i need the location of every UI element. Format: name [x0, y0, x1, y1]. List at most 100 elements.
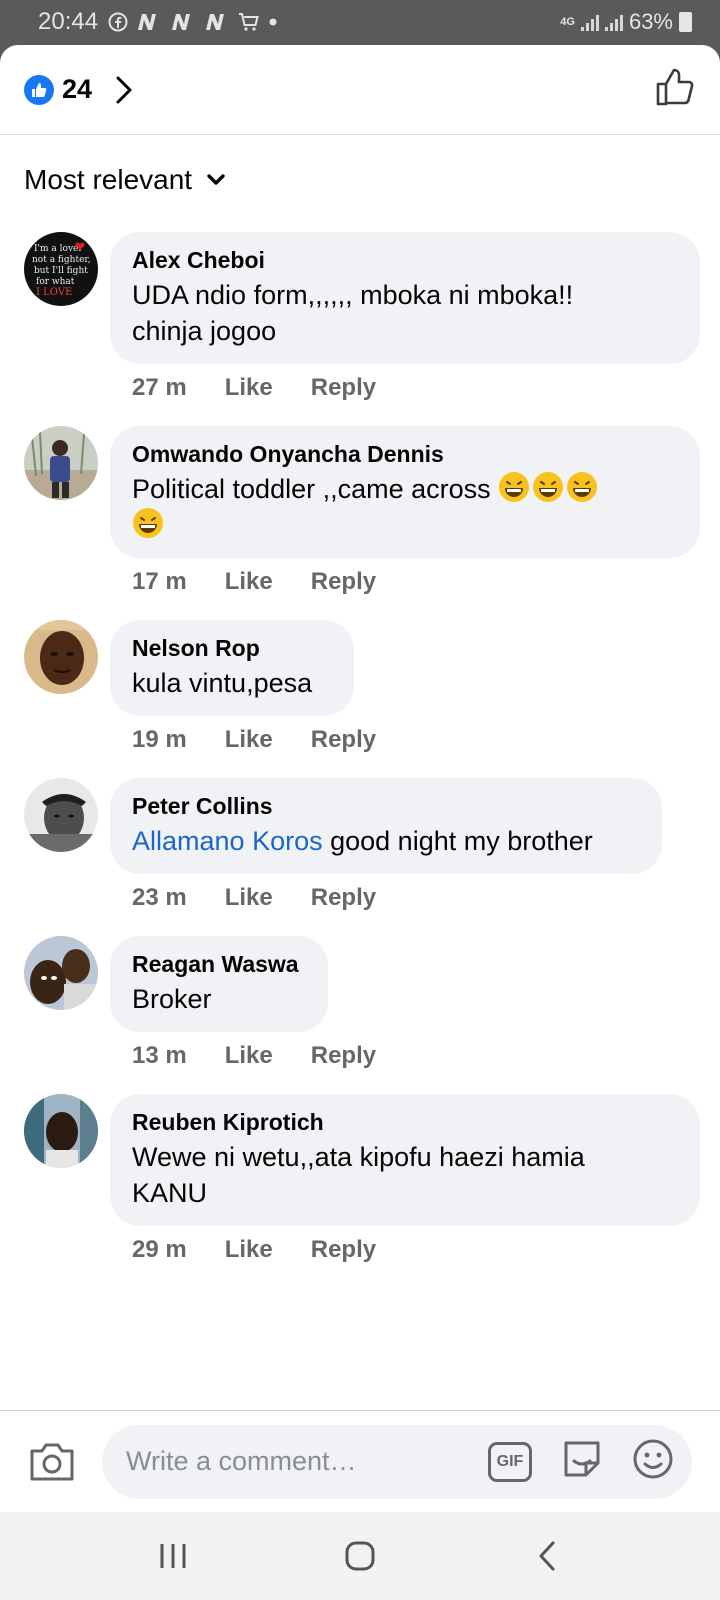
- like-button[interactable]: Like: [225, 568, 273, 596]
- sort-dropdown[interactable]: Most relevant: [0, 135, 720, 225]
- system-nav-bar: [0, 1512, 720, 1600]
- comment-author[interactable]: Reagan Waswa: [132, 949, 306, 979]
- comment-text: Broker: [132, 984, 212, 1014]
- reactions-header: 24: [0, 45, 720, 135]
- comment-time[interactable]: 19 m: [132, 726, 187, 754]
- comment-text: KANU: [132, 1178, 208, 1208]
- like-button[interactable]: Like: [225, 726, 273, 754]
- comment-author[interactable]: Nelson Rop: [132, 633, 332, 663]
- gif-label: GIF: [496, 1452, 524, 1470]
- comment-text: good night my brother: [322, 826, 593, 856]
- like-reaction-icon[interactable]: [24, 74, 54, 105]
- comment-time[interactable]: 27 m: [132, 374, 187, 402]
- reply-button[interactable]: Reply: [311, 568, 376, 596]
- comment-text: Political toddler ,,came across: [132, 474, 491, 504]
- chevron-down-icon: [206, 173, 226, 187]
- comment-composer: GIF: [0, 1410, 720, 1512]
- comment-actions: 27 m Like Reply: [132, 374, 376, 402]
- like-button[interactable]: Like: [225, 1236, 273, 1264]
- grinning-emoji-icon: [567, 472, 598, 502]
- reply-button[interactable]: Reply: [311, 726, 376, 754]
- comment-time[interactable]: 23 m: [132, 884, 187, 912]
- gif-button[interactable]: GIF: [488, 1441, 532, 1482]
- comments-sheet: 24 Most relevant I'm a lover not a fight…: [0, 45, 720, 1511]
- dot-icon: [269, 18, 277, 26]
- status-time: 20:44: [38, 8, 99, 35]
- grinning-emoji-icon: [133, 508, 163, 538]
- comment-text: Wewe ni wetu,,ata kipofu haezi hamia: [132, 1142, 585, 1172]
- like-button[interactable]: Like: [225, 374, 273, 402]
- emoji-button[interactable]: [632, 1438, 674, 1485]
- n-notification-icon: [138, 14, 157, 30]
- avatar-text: not a fighter,: [32, 255, 91, 265]
- comment-author[interactable]: Reuben Kiprotich: [132, 1107, 678, 1137]
- back-button[interactable]: [517, 1526, 577, 1586]
- recent-apps-icon: [160, 1544, 186, 1568]
- reply-button[interactable]: Reply: [311, 1042, 376, 1070]
- back-icon: [539, 1541, 555, 1571]
- reply-button[interactable]: Reply: [311, 1236, 376, 1264]
- comment-bubble[interactable]: Omwando Onyancha Dennis Political toddle…: [110, 426, 700, 558]
- sticker-button[interactable]: [560, 1437, 604, 1486]
- home-button[interactable]: [330, 1526, 390, 1586]
- like-button[interactable]: Like: [225, 1042, 273, 1070]
- grinning-emoji-icon: [533, 472, 564, 502]
- comment-input[interactable]: [126, 1446, 466, 1477]
- thumbs-up-icon: [656, 68, 694, 106]
- reply-button[interactable]: Reply: [311, 884, 376, 912]
- like-count[interactable]: 24: [62, 74, 92, 105]
- sort-label: Most relevant: [24, 164, 193, 195]
- like-button[interactable]: Like: [225, 884, 273, 912]
- network-type: 4G: [560, 15, 575, 28]
- like-post-button[interactable]: [654, 66, 696, 113]
- n-notification-icon: [172, 14, 191, 30]
- battery-percentage: 63%: [628, 9, 673, 34]
- comment-text: chinja jogoo: [132, 316, 277, 346]
- n-notification-icon: [206, 14, 225, 30]
- avatar[interactable]: [24, 426, 98, 500]
- comment-actions: 17 m Like Reply: [132, 568, 376, 596]
- avatar-text: for what: [36, 277, 75, 287]
- facebook-notification-icon: [108, 12, 128, 32]
- comment-input-pill[interactable]: GIF: [102, 1424, 692, 1499]
- reply-button[interactable]: Reply: [311, 374, 376, 402]
- comment-author[interactable]: Omwando Onyancha Dennis: [132, 439, 678, 469]
- camera-icon: [30, 1443, 74, 1480]
- signal-icon: [604, 13, 623, 31]
- comment-bubble[interactable]: Alex Cheboi UDA ndio form,,,,,, mboka ni…: [110, 232, 700, 364]
- chevron-right-icon[interactable]: [114, 75, 134, 105]
- comment-text: UDA ndio form,,,,,, mboka ni mboka!!: [132, 280, 574, 310]
- avatar[interactable]: [24, 620, 98, 694]
- mention-link[interactable]: Allamano Koros: [132, 826, 323, 856]
- battery-icon: [679, 12, 692, 32]
- comment-actions: 13 m Like Reply: [132, 1042, 376, 1070]
- home-icon: [345, 1541, 375, 1571]
- avatar-text: I LOVE: [36, 287, 72, 298]
- avatar[interactable]: [24, 778, 98, 852]
- comment-bubble[interactable]: Reagan Waswa Broker: [110, 936, 328, 1032]
- recent-apps-button[interactable]: [143, 1526, 203, 1586]
- camera-button[interactable]: [22, 1432, 82, 1492]
- comment-author[interactable]: Peter Collins: [132, 791, 640, 821]
- cart-icon: [239, 13, 259, 31]
- comment-actions: 19 m Like Reply: [132, 726, 376, 754]
- avatar[interactable]: [24, 936, 98, 1010]
- comment-actions: 23 m Like Reply: [132, 884, 376, 912]
- smiley-icon: [633, 1439, 673, 1479]
- avatar[interactable]: [24, 1094, 98, 1168]
- comment-time[interactable]: 29 m: [132, 1236, 187, 1264]
- notification-icons: [108, 11, 278, 33]
- signal-icon: [580, 13, 599, 31]
- status-bar: 20:44 4G 63%: [0, 0, 720, 44]
- sticker-icon: [564, 1441, 600, 1477]
- comment-time[interactable]: 13 m: [132, 1042, 187, 1070]
- grinning-emoji-icon: [499, 472, 530, 502]
- comment-bubble[interactable]: Peter Collins Allamano Koros good night …: [110, 778, 662, 874]
- comment-actions: 29 m Like Reply: [132, 1236, 376, 1264]
- comment-author[interactable]: Alex Cheboi: [132, 245, 678, 275]
- comment-text: kula vintu,pesa: [132, 668, 313, 698]
- avatar[interactable]: I'm a lover not a fighter, but I'll figh…: [24, 232, 98, 306]
- comment-bubble[interactable]: Reuben Kiprotich Wewe ni wetu,,ata kipof…: [110, 1094, 700, 1226]
- comment-time[interactable]: 17 m: [132, 568, 187, 596]
- comment-bubble[interactable]: Nelson Rop kula vintu,pesa: [110, 620, 354, 716]
